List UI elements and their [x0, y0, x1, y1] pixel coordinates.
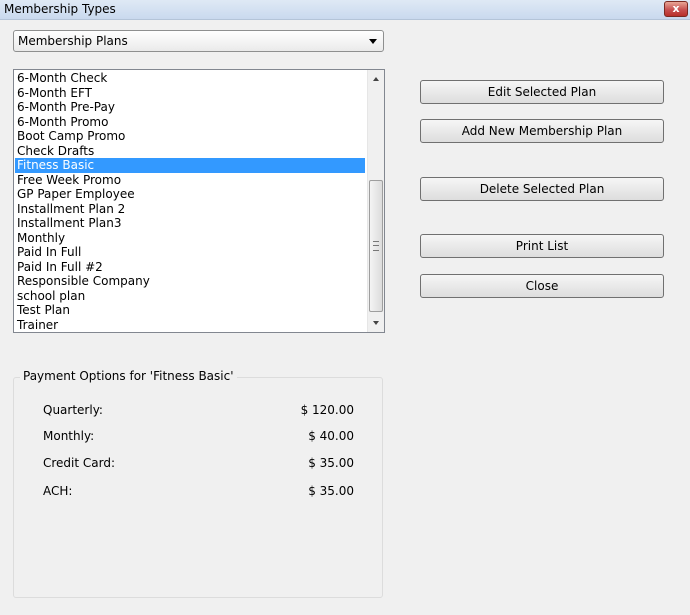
plan-list-items: 6-Month Check 6-Month EFT 6-Month Pre-Pay 6… — [15, 71, 365, 332]
plan-list-item[interactable]: Responsible Company — [15, 274, 365, 289]
payment-option-value: $ 35.00 — [308, 456, 354, 470]
plan-list-item[interactable]: Check Drafts — [15, 144, 365, 159]
plan-list-item[interactable]: 6-Month EFT — [15, 86, 365, 101]
plan-list-item[interactable]: 6-Month Promo — [15, 115, 365, 130]
plan-list-scrollbar[interactable] — [367, 70, 384, 332]
window-close-button[interactable]: x — [664, 1, 688, 17]
payment-option-label: ACH: — [43, 484, 73, 498]
chevron-down-icon — [369, 39, 377, 44]
plan-list-item[interactable]: 6-Month Pre-Pay — [15, 100, 365, 115]
plan-list-item[interactable]: Test Plan — [15, 303, 365, 318]
plan-list-item[interactable]: Installment Plan3 — [15, 216, 365, 231]
payment-option-label: Quarterly: — [43, 403, 103, 417]
plan-list-item[interactable]: Monthly — [15, 231, 365, 246]
plan-list-item[interactable]: 6-Month Check — [15, 71, 365, 86]
plan-list-item[interactable]: Installment Plan 2 — [15, 202, 365, 217]
edit-selected-plan-button[interactable]: Edit Selected Plan — [420, 80, 664, 104]
add-new-plan-button[interactable]: Add New Membership Plan — [420, 119, 664, 143]
payment-option-value: $ 35.00 — [308, 484, 354, 498]
plan-list-item[interactable]: Free Week Promo — [15, 173, 365, 188]
scroll-down-icon[interactable] — [368, 315, 384, 332]
payment-option-value: $ 120.00 — [300, 403, 354, 417]
membership-plan-list[interactable]: 6-Month Check 6-Month EFT 6-Month Pre-Pay 6… — [13, 69, 385, 333]
close-button[interactable]: Close — [420, 274, 664, 298]
grip-icon — [373, 241, 379, 251]
print-list-button[interactable]: Print List — [420, 234, 664, 258]
payment-option-value: $ 40.00 — [308, 429, 354, 443]
plan-list-item[interactable]: Paid In Full — [15, 245, 365, 260]
scrollbar-thumb[interactable] — [369, 180, 383, 312]
payment-option-label: Monthly: — [43, 429, 95, 443]
plan-type-dropdown[interactable]: Membership Plans — [13, 30, 384, 52]
plan-list-item[interactable]: Paid In Full #2 — [15, 260, 365, 275]
plan-list-item[interactable]: Fitness Basic — [15, 158, 365, 173]
plan-type-selected: Membership Plans — [18, 34, 128, 48]
plan-list-item[interactable]: Trainer — [15, 318, 365, 333]
payment-option-label: Credit Card: — [43, 456, 116, 470]
title-bar: Membership Types x — [0, 0, 690, 20]
delete-selected-plan-button[interactable]: Delete Selected Plan — [420, 177, 664, 201]
payment-options-legend: Payment Options for 'Fitness Basic' — [20, 369, 237, 383]
payment-options-group: Payment Options for 'Fitness Basic' Quar… — [13, 369, 383, 598]
plan-list-item[interactable]: GP Paper Employee — [15, 187, 365, 202]
plan-list-item[interactable]: Boot Camp Promo — [15, 129, 365, 144]
plan-list-item[interactable]: school plan — [15, 289, 365, 304]
close-icon: x — [672, 2, 680, 15]
window-title: Membership Types — [4, 2, 116, 16]
scroll-up-icon[interactable] — [368, 70, 384, 87]
